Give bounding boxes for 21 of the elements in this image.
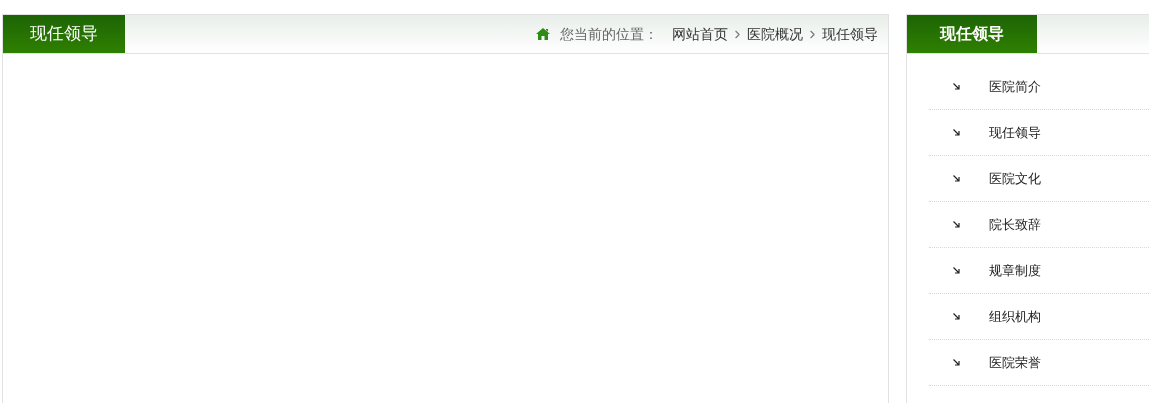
arrow-icon (953, 221, 960, 228)
arrow-icon (953, 83, 960, 90)
breadcrumb-link[interactable]: 现任领导 (822, 23, 878, 45)
home-icon (536, 28, 550, 40)
sidebar-link[interactable]: 医院简介 (989, 76, 1041, 97)
sidebar-link[interactable]: 组织机构 (989, 306, 1041, 327)
arrow-icon (953, 129, 960, 136)
breadcrumb-link[interactable]: 网站首页 (672, 23, 728, 45)
sidebar-link[interactable]: 医院荣誉 (989, 352, 1041, 373)
arrow-icon (953, 313, 960, 320)
sidebar-link[interactable]: 现任领导 (989, 122, 1041, 143)
breadcrumb-label: 您当前的位置： (560, 24, 658, 44)
sidebar-link[interactable]: 规章制度 (989, 260, 1041, 281)
sidebar-link[interactable]: 院长致辞 (989, 214, 1041, 235)
sidebar-title: 现任领导 (907, 15, 1037, 53)
arrow-icon (953, 267, 960, 274)
breadcrumb-link[interactable]: 医院概况 (747, 23, 803, 45)
sidebar-link[interactable]: 医院文化 (989, 168, 1041, 189)
panel-title: 现任领导 (3, 15, 125, 53)
arrow-icon (953, 359, 960, 366)
arrow-icon (953, 175, 960, 182)
